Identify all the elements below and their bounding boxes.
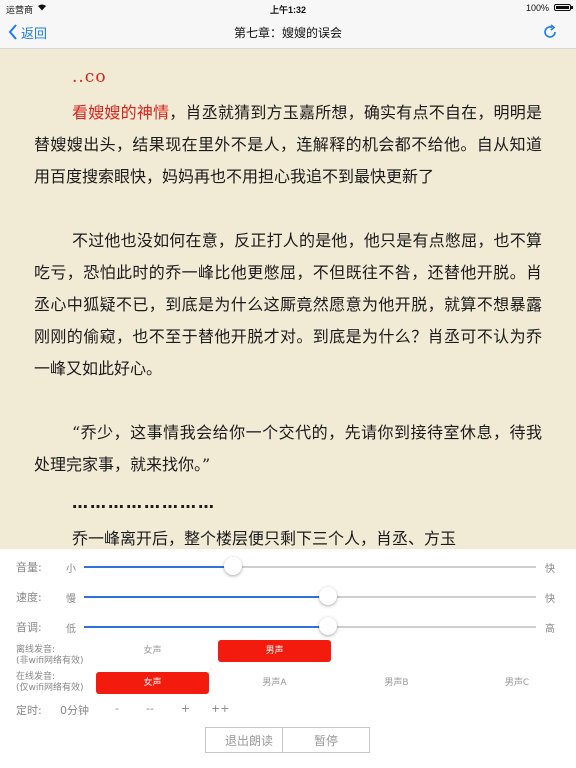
timer-value: 0分钟 — [60, 704, 89, 717]
battery-percent: 100% — [525, 3, 549, 13]
speed-slider-thumb[interactable] — [319, 587, 338, 605]
pitch-max-label: 高 — [545, 624, 555, 635]
volume-slider-fill — [84, 566, 234, 568]
pitch-slider-thumb[interactable] — [319, 617, 338, 635]
chapter-title: 第七章：嫂嫂的误会 — [233, 26, 342, 40]
timer-decrease-button[interactable]: - — [115, 702, 119, 715]
section-divider: …………………… — [72, 493, 216, 512]
volume-slider[interactable] — [84, 557, 536, 575]
pitch-slider-fill — [84, 626, 329, 628]
battery-icon — [554, 4, 573, 11]
offline-voice-female[interactable]: 女声 — [96, 640, 209, 662]
highlighted-sentence: 看嫂嫂的神情 — [72, 103, 170, 122]
speed-slider[interactable] — [84, 587, 536, 605]
navigation-bar: 返回 第七章：嫂嫂的误会 — [0, 16, 576, 49]
speed-max-label: 快 — [545, 594, 555, 605]
paragraph-1: 看嫂嫂的神情，肖丞就猜到方玉嘉所想，确实有点不自在，明明是替嫂嫂出头，结果现在里… — [34, 97, 542, 193]
paragraph-2: 不过他也没如何在意，反正打人的是他，他只是有点憋屈，也不算吃亏，恐怕此时的乔一峰… — [34, 231, 542, 378]
online-voice-female[interactable]: 女声 — [96, 672, 209, 694]
tts-control-panel: 音量: 小 快 速度: 慢 快 音调: 低 高 离线发音: (非wifi网络有效… — [0, 549, 576, 768]
volume-slider-thumb[interactable] — [224, 557, 243, 575]
online-voice-male-c[interactable]: 男声C — [462, 672, 572, 694]
exit-reading-button[interactable]: 退出朗读 — [205, 727, 293, 753]
timer-label: 定时: — [16, 704, 42, 717]
online-voice-male-a[interactable]: 男声A — [218, 672, 331, 694]
pitch-slider[interactable] — [84, 617, 536, 635]
speed-min-label: 慢 — [66, 594, 76, 605]
timer-increase-button[interactable]: + — [181, 702, 190, 715]
offline-voice-label: 离线发音: (非wifi网络有效) — [16, 645, 84, 666]
volume-max-label: 快 — [545, 564, 555, 575]
refresh-icon[interactable] — [542, 24, 558, 40]
pitch-label: 音调: — [16, 621, 42, 634]
pause-button[interactable]: 暂停 — [282, 727, 370, 753]
volume-label: 音量: — [16, 561, 42, 574]
online-voice-label: 在线发音: (仅wifi网络有效) — [16, 672, 84, 693]
pitch-min-label: 低 — [66, 624, 76, 635]
paragraph-4: 乔一峰离开后，整个楼层便只剩下三个人，肖丞、方玉 — [72, 529, 457, 548]
clock: 上午1:32 — [269, 5, 306, 15]
speed-label: 速度: — [16, 591, 42, 604]
paragraph-3: “乔少，这事情我会给你一个交代的，先请你到接待室休息，待我处理完家事，就来找你。… — [34, 423, 542, 474]
timer-decrease-large-button[interactable]: -- — [146, 702, 154, 715]
speed-slider-fill — [84, 596, 329, 598]
status-bar: 运营商 上午1:32 100% — [0, 0, 576, 16]
offline-voice-male[interactable]: 男声 — [218, 640, 331, 662]
reading-area[interactable]: ..co 看嫂嫂的神情，肖丞就猜到方玉嘉所想，确实有点不自在，明明是替嫂嫂出头，… — [0, 49, 576, 549]
volume-min-label: 小 — [66, 564, 76, 575]
online-voice-male-b[interactable]: 男声B — [340, 672, 453, 694]
source-url-text: ..co — [72, 67, 107, 87]
timer-increase-large-button[interactable]: ++ — [211, 702, 229, 715]
